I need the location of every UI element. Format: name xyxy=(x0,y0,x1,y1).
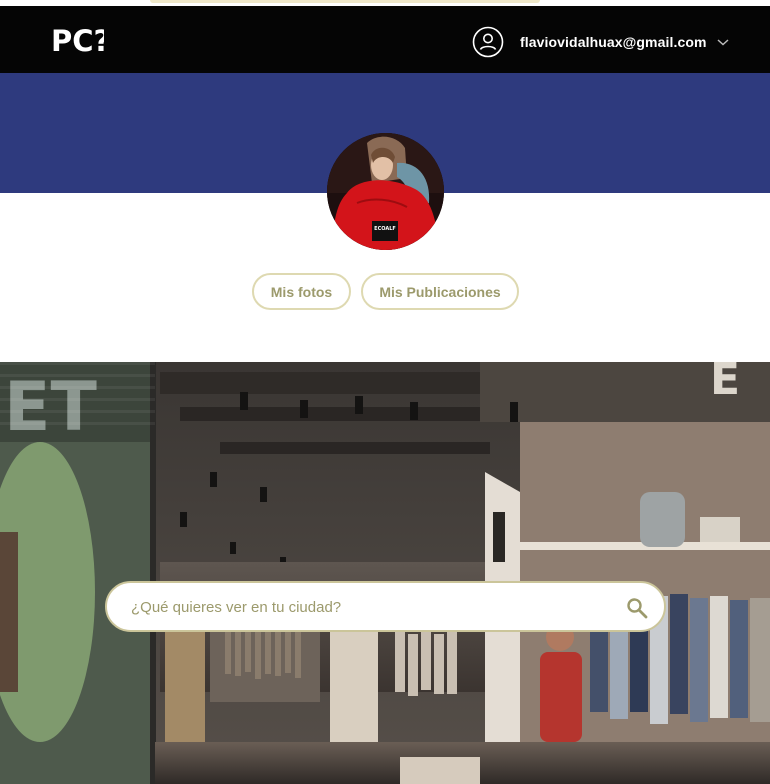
svg-text:ET: ET xyxy=(4,368,97,447)
profile-photo-image: ECOALF xyxy=(327,133,444,250)
logo[interactable]: PC? xyxy=(50,22,104,58)
hero-store-image: ET E xyxy=(0,362,770,784)
profile-avatar[interactable]: ECOALF xyxy=(327,133,444,250)
my-posts-button[interactable]: Mis Publicaciones xyxy=(361,273,519,310)
chevron-down-icon[interactable] xyxy=(716,37,730,47)
city-search-box[interactable] xyxy=(105,581,666,632)
top-glow xyxy=(150,0,540,3)
svg-text:E: E xyxy=(710,362,740,405)
city-search-input[interactable] xyxy=(131,596,601,618)
my-photos-button[interactable]: Mis fotos xyxy=(252,273,351,310)
search-icon[interactable] xyxy=(626,597,648,619)
user-circle-icon[interactable] xyxy=(472,26,504,58)
store-interior-image: ET E xyxy=(0,362,770,784)
svg-text:PC?: PC? xyxy=(51,24,104,58)
jacket-label-text: ECOALF xyxy=(374,226,396,232)
user-email[interactable]: flaviovidalhuax@gmail.com xyxy=(520,34,707,50)
navbar: PC? flaviovidalhuax@gmail.com xyxy=(0,6,770,73)
